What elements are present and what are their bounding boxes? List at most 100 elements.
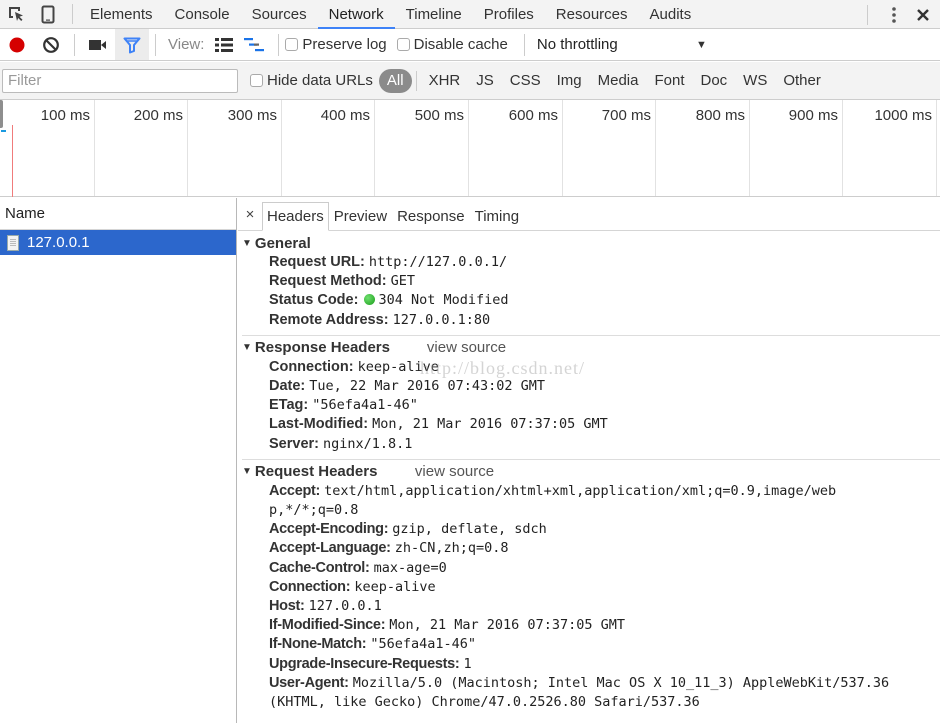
filter-type-xhr[interactable]: XHR <box>421 69 469 93</box>
hide-data-urls-box[interactable] <box>250 74 263 87</box>
detail-tab-timing[interactable]: Timing <box>470 202 524 231</box>
expand-triangle-icon: ▼ <box>242 466 252 478</box>
tab-console[interactable]: Console <box>164 0 241 29</box>
devtools-tab-bar: Elements Console Sources Network Timeline Pro… <box>0 0 940 29</box>
overview-tick-label: 300 ms <box>227 107 277 124</box>
name-column-header[interactable]: Name <box>0 198 236 230</box>
tab-elements[interactable]: Elements <box>79 0 164 29</box>
detail-tab-headers[interactable]: Headers <box>262 202 329 231</box>
disable-cache-checkbox[interactable]: Disable cache <box>396 36 508 53</box>
filter-type-other[interactable]: Other <box>775 69 829 93</box>
response-view-source-link[interactable]: view source <box>427 339 506 356</box>
toolbar-divider <box>74 33 75 56</box>
tab-audits[interactable]: Audits <box>639 0 703 29</box>
clear-button[interactable] <box>34 29 68 60</box>
toolbar-divider <box>155 33 156 56</box>
header-key: Date: <box>269 378 306 395</box>
preserve-log-box[interactable] <box>285 38 299 51</box>
more-options-icon[interactable] <box>882 0 906 29</box>
overview-tick-label: 200 ms <box>133 107 183 124</box>
capture-screenshots-button[interactable] <box>81 29 115 60</box>
header-value: keep-alive <box>357 358 439 375</box>
general-section-toggle[interactable]: ▼ General <box>242 233 940 253</box>
filter-input[interactable] <box>2 68 238 93</box>
disable-cache-box[interactable] <box>396 38 410 51</box>
filter-bar: Hide data URLs All XHRJSCSSImgMediaFontDo… <box>0 62 940 100</box>
close-detail-icon[interactable]: × <box>238 198 262 230</box>
throttling-select[interactable]: No throttling ▼ <box>537 36 707 53</box>
header-row: Remote Address: 127.0.0.1:80 <box>242 311 940 330</box>
header-value: text/html,application/xhtml+xml,applicat… <box>324 482 837 499</box>
document-icon <box>7 234 19 251</box>
record-button[interactable] <box>0 29 34 60</box>
timeline-overview[interactable]: 100 ms 200 ms 300 ms 400 ms 500 ms 600 ms 700 … <box>0 100 940 197</box>
filter-type-media[interactable]: Media <box>590 69 647 93</box>
general-title: General <box>254 234 311 252</box>
filter-type-img[interactable]: Img <box>549 69 590 93</box>
request-list: Name 127.0.0.1 <box>0 198 237 723</box>
filter-type-doc[interactable]: Doc <box>692 69 735 93</box>
request-headers-toggle[interactable]: ▼ Request Headers view source <box>242 462 940 482</box>
filter-divider <box>415 70 417 91</box>
header-key: Remote Address: <box>269 311 389 328</box>
large-rows-view-icon[interactable] <box>210 29 238 60</box>
request-name: 127.0.0.1 <box>27 234 90 251</box>
header-key: Status Code: <box>269 292 359 309</box>
tab-profiles[interactable]: Profiles <box>473 0 545 29</box>
filter-type-font[interactable]: Font <box>646 69 692 93</box>
tab-resources[interactable]: Resources <box>545 0 639 29</box>
header-row: Request Method: GET <box>242 272 940 291</box>
header-key: Last-Modified: <box>269 416 369 433</box>
tab-network[interactable]: Network <box>317 0 395 29</box>
request-view-source-link[interactable]: view source <box>415 463 494 480</box>
header-value: "56efa4a1-46" <box>370 636 476 653</box>
header-key: Connection: <box>269 358 354 375</box>
header-row: If-None-Match: "56efa4a1-46" <box>242 635 940 654</box>
name-column-label: Name <box>5 205 46 222</box>
header-key: User-Agent: <box>269 674 349 691</box>
header-key: Host: <box>269 598 305 615</box>
disable-cache-label: Disable cache <box>413 36 508 53</box>
expand-triangle-icon: ▼ <box>242 237 252 249</box>
filter-type-all[interactable]: All <box>378 68 412 93</box>
device-mode-icon[interactable] <box>32 0 64 29</box>
header-key: Accept-Encoding: <box>269 521 389 538</box>
tab-bar-actions <box>867 0 940 29</box>
filter-type-css[interactable]: CSS <box>502 69 549 93</box>
general-rows: Request URL: http://127.0.0.1/Request Me… <box>242 253 940 330</box>
overview-tick-label: 100 ms <box>40 107 90 124</box>
header-row: User-Agent: Mozilla/5.0 (Macintosh; Inte… <box>242 674 940 712</box>
inspect-element-icon[interactable] <box>0 0 32 29</box>
detail-tab-response[interactable]: Response <box>392 202 470 231</box>
preserve-log-checkbox[interactable]: Preserve log <box>285 36 387 53</box>
filter-toggle-button[interactable] <box>115 29 149 60</box>
tab-timeline[interactable]: Timeline <box>395 0 473 29</box>
header-key: Accept: <box>269 482 321 499</box>
header-key: Server: <box>269 435 319 452</box>
toolbar-divider <box>523 33 525 56</box>
overview-waterfall-icon[interactable] <box>238 29 272 60</box>
header-row: Connection: keep-alive <box>242 358 940 377</box>
expand-triangle-icon: ▼ <box>242 342 252 354</box>
header-value: Mon, 21 Mar 2016 07:37:05 GMT <box>389 617 625 634</box>
tab-bar-divider <box>72 4 73 24</box>
request-headers-title: Request Headers <box>254 463 378 481</box>
hide-data-urls-checkbox[interactable]: Hide data URLs <box>250 72 373 89</box>
status-indicator-icon <box>364 294 376 306</box>
filter-type-ws[interactable]: WS <box>735 69 775 93</box>
response-headers-toggle[interactable]: ▼ Response Headers view source <box>242 338 940 358</box>
header-value: Mozilla/5.0 (Macintosh; Intel Mac OS X 1… <box>352 674 890 691</box>
request-headers-section: ▼ Request Headers view source Accept: te… <box>242 458 940 712</box>
tab-sources[interactable]: Sources <box>241 0 318 29</box>
header-value: 127.0.0.1:80 <box>392 311 491 328</box>
detail-tab-preview[interactable]: Preview <box>329 202 392 231</box>
header-row: Accept-Encoding: gzip, deflate, sdch <box>242 520 940 539</box>
close-devtools-icon[interactable] <box>906 0 940 29</box>
header-value: "56efa4a1-46" <box>312 397 418 414</box>
filter-type-js[interactable]: JS <box>468 69 502 93</box>
toolbar-divider <box>278 33 280 56</box>
overview-tick-label: 700 ms <box>601 107 651 124</box>
detail-tab-list: Headers Preview Response Timing <box>262 202 524 231</box>
dom-content-loaded-marker <box>1 130 6 132</box>
request-row[interactable]: 127.0.0.1 <box>0 230 236 255</box>
